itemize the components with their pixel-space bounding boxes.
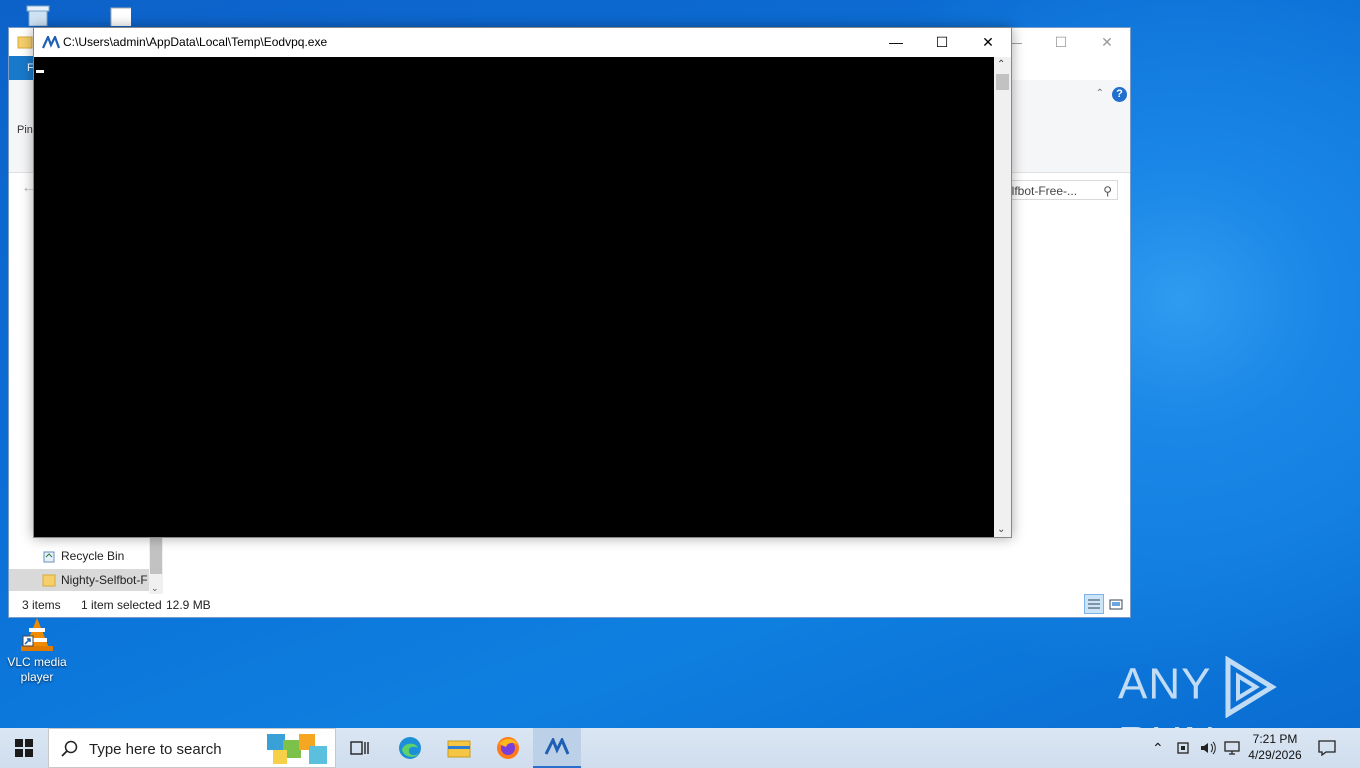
taskbar-edge[interactable] bbox=[386, 728, 434, 768]
scrollbar-thumb[interactable] bbox=[996, 74, 1009, 90]
nav-item-label: Nighty-Selfbot-F bbox=[61, 573, 147, 587]
scrollbar-thumb[interactable] bbox=[150, 538, 162, 574]
taskbar-search-box[interactable]: Type here to search bbox=[48, 728, 336, 768]
nav-pane-scrollbar[interactable]: ⌄ bbox=[149, 538, 163, 594]
help-icon[interactable]: ? bbox=[1112, 87, 1127, 102]
app-logo-icon bbox=[42, 36, 60, 49]
desktop-icon-vlc[interactable]: VLC media player bbox=[2, 616, 72, 685]
clock-date: 4/29/2026 bbox=[1248, 748, 1302, 762]
taskbar-firefox[interactable] bbox=[484, 728, 532, 768]
network-icon[interactable] bbox=[1174, 728, 1192, 768]
status-size: 12.9 MB bbox=[166, 598, 211, 612]
desktop-icon-label: VLC media player bbox=[7, 655, 67, 684]
display-network-icon[interactable] bbox=[1222, 728, 1240, 768]
ribbon-file-tab[interactable]: F bbox=[9, 56, 35, 80]
ribbon-collapse-icon[interactable]: ⌃ bbox=[1096, 88, 1104, 99]
status-item-count: 3 items bbox=[22, 598, 61, 612]
watermark-left: ANY bbox=[1118, 659, 1211, 709]
desktop-icon-document[interactable] bbox=[76, 0, 146, 29]
notification-icon bbox=[1318, 740, 1336, 756]
taskbar-console-app[interactable] bbox=[533, 728, 581, 768]
edge-icon bbox=[399, 737, 421, 759]
recycle-bin-icon bbox=[26, 5, 50, 27]
search-icon bbox=[61, 740, 78, 757]
search-highlight-puzzle-icon bbox=[267, 734, 327, 764]
taskbar: Type here to search ⌃ 7:21 PM 4/29/2026 bbox=[0, 728, 1360, 768]
document-icon bbox=[110, 7, 142, 29]
app-logo-icon bbox=[544, 738, 570, 755]
minimize-button[interactable]: — bbox=[873, 28, 919, 57]
folder-icon bbox=[17, 36, 33, 49]
volume-icon[interactable] bbox=[1198, 728, 1216, 768]
task-view-button[interactable] bbox=[336, 728, 384, 768]
recycle-bin-icon bbox=[43, 551, 55, 563]
desktop-icon-recycle-bin[interactable] bbox=[2, 0, 72, 27]
maximize-button[interactable]: ☐ bbox=[919, 28, 965, 57]
nav-item-nighty-folder[interactable]: Nighty-Selfbot-F bbox=[9, 569, 149, 591]
console-output[interactable] bbox=[34, 57, 995, 537]
search-icon: ⚲ bbox=[1103, 184, 1112, 198]
nav-item-recycle-bin[interactable]: Recycle Bin bbox=[9, 545, 149, 567]
folder-icon bbox=[447, 740, 471, 758]
close-button[interactable]: ✕ bbox=[1084, 28, 1130, 56]
firefox-icon bbox=[497, 737, 519, 759]
windows-logo-icon bbox=[15, 739, 33, 757]
task-view-icon bbox=[350, 741, 369, 755]
scroll-up-arrow-icon[interactable]: ⌃ bbox=[997, 59, 1005, 70]
maximize-button[interactable]: ☐ bbox=[1038, 28, 1084, 56]
console-titlebar[interactable]: C:\Users\admin\AppData\Local\Temp\Eodvpq… bbox=[34, 28, 1011, 57]
details-view-icon[interactable] bbox=[1084, 594, 1104, 614]
show-hidden-icons-button[interactable]: ⌃ bbox=[1150, 728, 1168, 768]
clock-time: 7:21 PM bbox=[1252, 732, 1298, 746]
status-selected: 1 item selected bbox=[81, 598, 162, 612]
close-button[interactable]: ✕ bbox=[965, 28, 1011, 57]
start-button[interactable] bbox=[0, 728, 48, 768]
console-scrollbar[interactable]: ⌃ ⌄ bbox=[994, 57, 1011, 537]
search-placeholder: Type here to search bbox=[89, 741, 222, 758]
notifications-button[interactable] bbox=[1312, 728, 1342, 768]
clock[interactable]: 7:21 PM 4/29/2026 bbox=[1244, 728, 1306, 768]
search-field[interactable]: elfbot-Free-... ⚲ bbox=[1000, 180, 1118, 200]
text-cursor bbox=[36, 70, 44, 73]
large-icons-view-icon[interactable] bbox=[1108, 596, 1124, 612]
taskbar-file-explorer[interactable] bbox=[435, 728, 483, 768]
nav-item-label: Recycle Bin bbox=[61, 549, 125, 563]
console-window[interactable]: C:\Users\admin\AppData\Local\Temp\Eodvpq… bbox=[33, 27, 1012, 538]
status-bar: 3 items 1 item selected 12.9 MB bbox=[9, 593, 1130, 617]
folder-icon bbox=[42, 574, 56, 587]
vlc-cone-icon bbox=[21, 618, 53, 651]
console-title: C:\Users\admin\AppData\Local\Temp\Eodvpq… bbox=[63, 35, 328, 49]
scroll-down-arrow-icon[interactable]: ⌄ bbox=[997, 524, 1005, 535]
pin-label[interactable]: Pin bbox=[17, 124, 33, 136]
search-field-text: elfbot-Free-... bbox=[1005, 184, 1078, 198]
play-logo-icon bbox=[1225, 655, 1277, 719]
